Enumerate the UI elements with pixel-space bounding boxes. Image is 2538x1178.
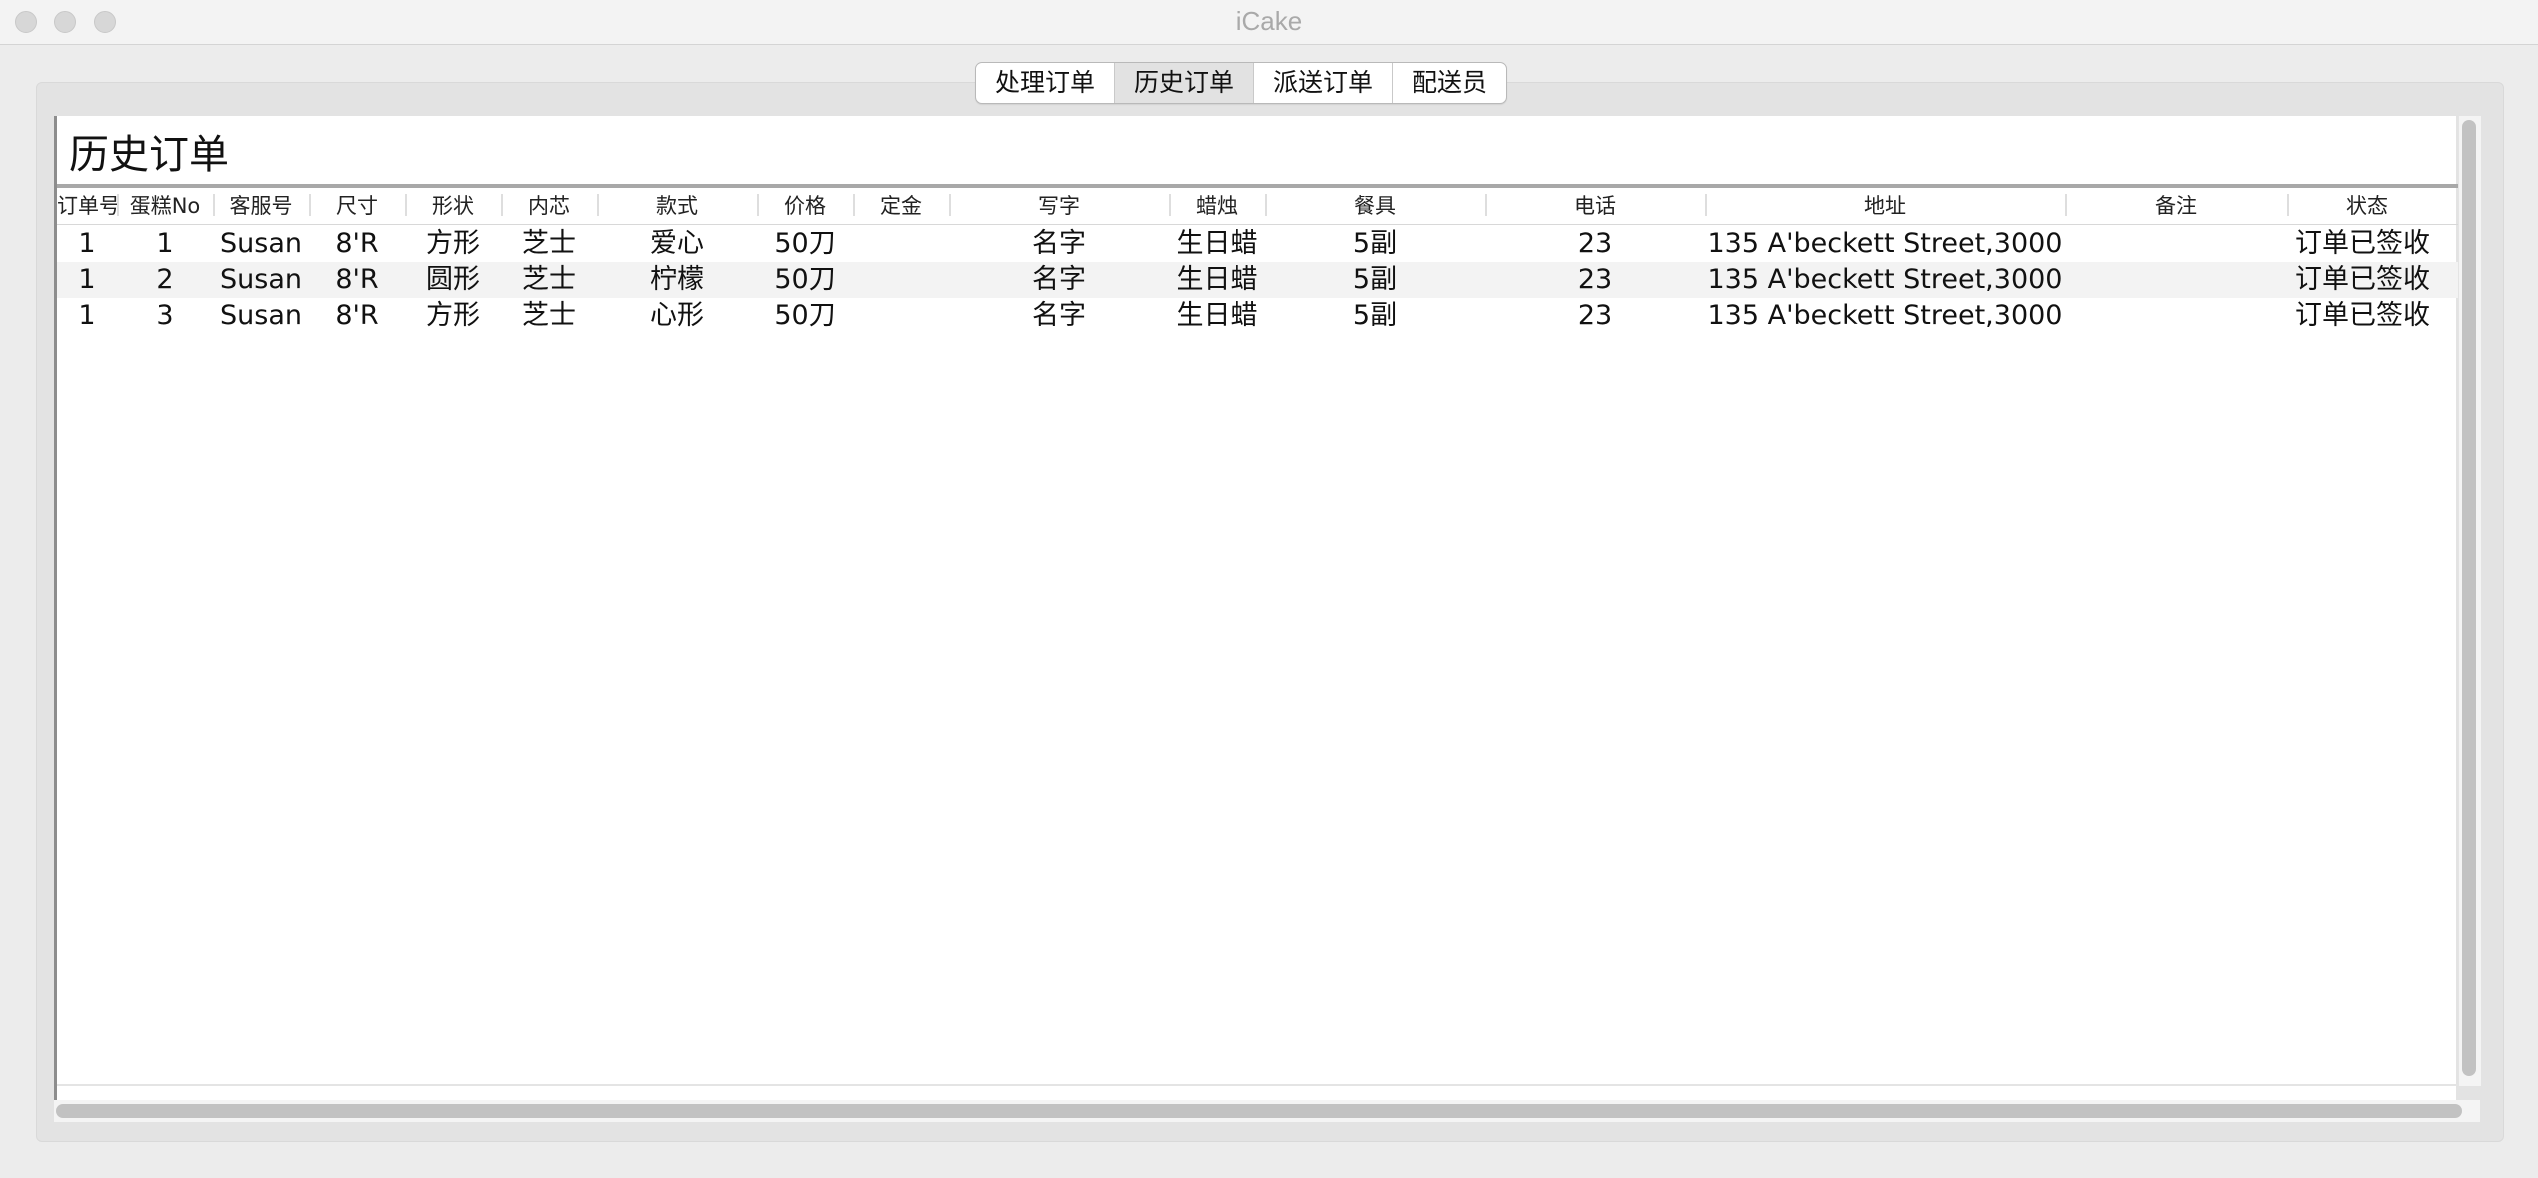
cell-style: 柠檬 [650,264,704,295]
cell-order-no: 1 [78,264,96,295]
horizontal-scrollbar[interactable] [54,1100,2480,1122]
cell-deposit [853,298,949,334]
column-header-tableware[interactable]: 餐具 [1265,188,1485,224]
cell-notes [2065,298,2287,334]
cell-cake-no: 3 [156,300,174,331]
cell-shape: 方形 [426,228,480,259]
cell-service-id: Susan [220,228,302,259]
cell-style: 心形 [650,300,704,331]
vertical-scrollbar-thumb[interactable] [2462,120,2476,1076]
column-header-deposit[interactable]: 定金 [853,188,949,224]
table-row[interactable]: 1 1 Susan 8'R 方形 芝士 爱心 50刀 名字 生日蜡 5副 23 … [57,226,2459,262]
cell-phone: 23 [1577,300,1613,331]
column-header-notes[interactable]: 备注 [2065,188,2287,224]
column-header-address[interactable]: 地址 [1705,188,2065,224]
cell-status: 订单已签收 [2295,228,2430,259]
column-header-status[interactable]: 状态 [2287,188,2447,224]
cell-deposit [853,226,949,262]
cell-writing: 名字 [1032,300,1086,331]
column-header-shape[interactable]: 形状 [405,188,501,224]
cell-tableware: 5副 [1352,228,1398,259]
cell-price: 50刀 [774,228,836,259]
table-row[interactable]: 1 3 Susan 8'R 方形 芝士 心形 50刀 名字 生日蜡 5副 23 … [57,298,2459,334]
cell-price: 50刀 [774,264,836,295]
cell-style: 爱心 [650,228,704,259]
cell-filling: 芝士 [522,228,576,259]
cell-writing: 名字 [1032,228,1086,259]
cell-filling: 芝士 [522,264,576,295]
tab-delivery-orders[interactable]: 派送订单 [1254,63,1394,103]
cell-size: 8'R [335,264,379,295]
column-header-price[interactable]: 价格 [757,188,853,224]
cell-tableware: 5副 [1352,300,1398,331]
cell-price: 50刀 [774,300,836,331]
cell-tableware: 5副 [1352,264,1398,295]
cell-candle: 生日蜡 [1176,228,1258,259]
cell-phone: 23 [1577,264,1613,295]
cell-cake-no: 2 [156,264,174,295]
horizontal-scrollbar-thumb[interactable] [56,1104,2462,1118]
cell-phone: 23 [1577,228,1613,259]
table-bottom-divider [57,1084,2459,1086]
cell-notes [2065,226,2287,262]
column-header-writing[interactable]: 写字 [949,188,1169,224]
cell-cake-no: 1 [156,228,174,259]
column-header-size[interactable]: 尺寸 [309,188,405,224]
column-header-style[interactable]: 款式 [597,188,757,224]
cell-service-id: Susan [220,300,302,331]
cell-service-id: Susan [220,264,302,295]
column-header-phone[interactable]: 电话 [1485,188,1705,224]
cell-size: 8'R [335,228,379,259]
cell-filling: 芝士 [522,300,576,331]
column-header-order-no[interactable]: 订单号 [57,188,117,224]
history-orders-view: 历史订单 订单号 蛋糕No 客服号 尺寸 形状 内芯 款式 价格 定金 写字 蜡… [54,116,2459,1122]
column-header-cake-no[interactable]: 蛋糕No [117,188,213,224]
cell-size: 8'R [335,300,379,331]
tab-history-orders[interactable]: 历史订单 [1115,63,1255,103]
column-header-service-id[interactable]: 客服号 [213,188,309,224]
page-title: 历史订单 [69,132,229,178]
cell-address: 135 A'beckett Street,3000 [1707,300,2063,331]
cell-status: 订单已签收 [2295,300,2430,331]
cell-writing: 名字 [1032,264,1086,295]
cell-order-no: 1 [78,300,96,331]
table-header: 订单号 蛋糕No 客服号 尺寸 形状 内芯 款式 价格 定金 写字 蜡烛 餐具 … [57,188,2459,225]
cell-candle: 生日蜡 [1176,264,1258,295]
column-header-candle[interactable]: 蜡烛 [1169,188,1265,224]
tab-couriers[interactable]: 配送员 [1393,63,1506,103]
tab-process-orders[interactable]: 处理订单 [976,63,1116,103]
cell-order-no: 1 [78,228,96,259]
tab-bar: 处理订单 历史订单 派送订单 配送员 [975,62,1508,104]
window-title: iCake [1235,6,1303,36]
cell-address: 135 A'beckett Street,3000 [1707,264,2063,295]
title-bar: iCake [0,0,2538,45]
cell-status: 订单已签收 [2295,264,2430,295]
vertical-scrollbar[interactable] [2458,116,2481,1086]
cell-shape: 圆形 [426,264,480,295]
cell-deposit [853,262,949,298]
table-row[interactable]: 1 2 Susan 8'R 圆形 芝士 柠檬 50刀 名字 生日蜡 5副 23 … [57,262,2459,298]
cell-notes [2065,262,2287,298]
cell-address: 135 A'beckett Street,3000 [1707,228,2063,259]
cell-shape: 方形 [426,300,480,331]
cell-candle: 生日蜡 [1176,300,1258,331]
table-body: 1 1 Susan 8'R 方形 芝士 爱心 50刀 名字 生日蜡 5副 23 … [57,226,2459,334]
column-header-filling[interactable]: 内芯 [501,188,597,224]
